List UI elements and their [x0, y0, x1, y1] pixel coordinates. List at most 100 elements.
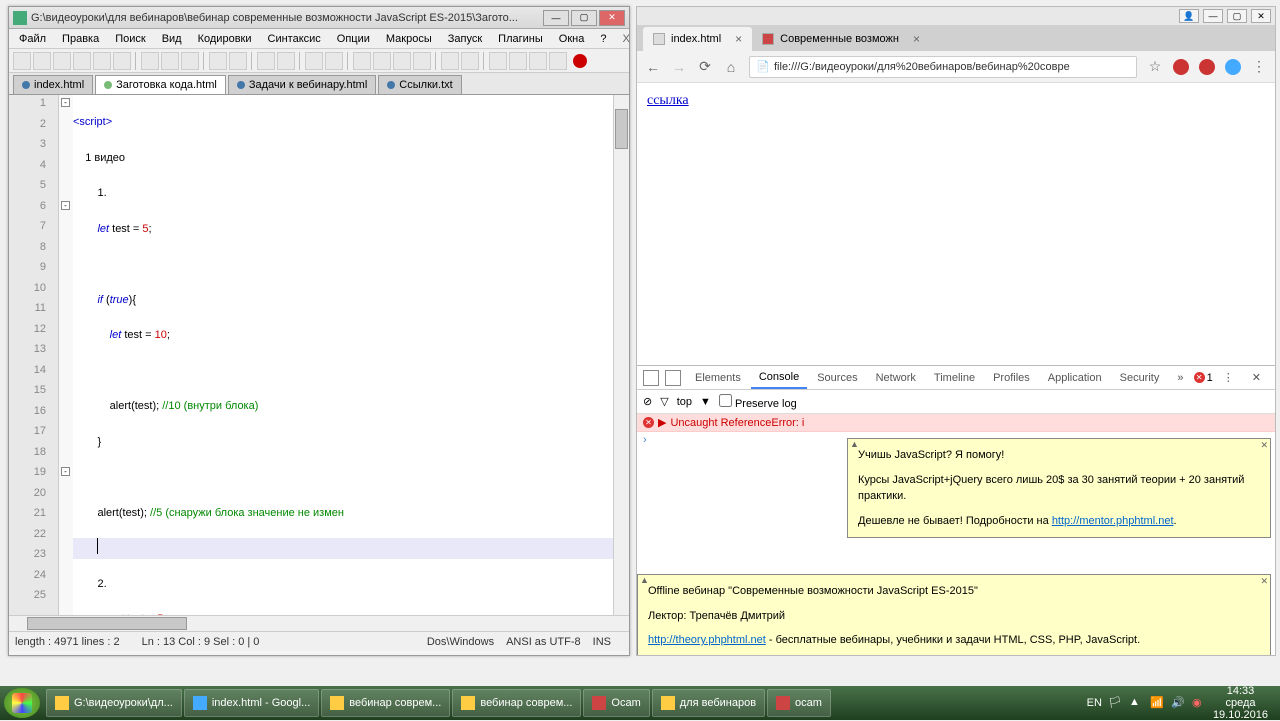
toolbar-close-icon[interactable]	[93, 52, 111, 70]
tray-flag-icon[interactable]: 🏳	[1108, 696, 1123, 711]
tray-network-icon[interactable]: 📶	[1150, 696, 1165, 711]
user-icon[interactable]: 👤	[1179, 9, 1199, 23]
inspect-icon[interactable]	[643, 370, 659, 386]
reload-icon[interactable]: ⟳	[697, 59, 713, 75]
extension-icon[interactable]	[1199, 59, 1215, 75]
toolbar-replace-icon[interactable]	[277, 52, 295, 70]
toolbar-btn[interactable]	[393, 52, 411, 70]
maximize-button[interactable]: ▢	[571, 10, 597, 26]
code-area[interactable]: <script> 1 видео 1. let test = 5; if (tr…	[73, 95, 629, 615]
taskbar-item[interactable]: вебинар соврем...	[452, 689, 581, 717]
extension-icon[interactable]	[1225, 59, 1241, 75]
forward-icon[interactable]: →	[671, 59, 687, 75]
minimize-button[interactable]: —	[1203, 9, 1223, 23]
extension-icon[interactable]	[1173, 59, 1189, 75]
device-icon[interactable]	[665, 370, 681, 386]
devtools-tab-sources[interactable]: Sources	[809, 368, 865, 388]
toolbar-saveall-icon[interactable]	[73, 52, 91, 70]
star-icon[interactable]: ☆	[1147, 59, 1163, 75]
devtools-tab-console[interactable]: Console	[751, 367, 807, 389]
toolbar-open-icon[interactable]	[33, 52, 51, 70]
file-tab[interactable]: Заготовка кода.html	[95, 75, 226, 94]
file-tab[interactable]: Задачи к вебинару.html	[228, 75, 376, 94]
menu-macros[interactable]: Макросы	[380, 31, 438, 47]
browser-tab[interactable]: Современные возможн×	[752, 27, 930, 51]
close-button[interactable]: ✕	[599, 10, 625, 26]
devtools-tab-profiles[interactable]: Profiles	[985, 368, 1038, 388]
back-icon[interactable]: ←	[645, 59, 661, 75]
taskbar-item[interactable]: вебинар соврем...	[321, 689, 450, 717]
browser-tab[interactable]: index.html×	[643, 27, 752, 51]
fold-icon[interactable]: -	[61, 201, 70, 210]
toolbar-btn[interactable]	[509, 52, 527, 70]
toolbar-btn[interactable]	[353, 52, 371, 70]
toolbar-btn[interactable]	[413, 52, 431, 70]
tooltip-link[interactable]: http://mentor.phphtml.net	[1052, 515, 1174, 527]
menu-view[interactable]: Вид	[156, 31, 188, 47]
home-icon[interactable]: ⌂	[723, 59, 739, 75]
taskbar-item[interactable]: ocam	[767, 689, 831, 717]
file-tab[interactable]: index.html	[13, 75, 93, 94]
toolbar-save-icon[interactable]	[53, 52, 71, 70]
toolbar-print-icon[interactable]	[113, 52, 131, 70]
close-button[interactable]: ✕	[1251, 9, 1271, 23]
console-error-row[interactable]: ✕ ▶ Uncaught ReferenceError: i	[637, 414, 1275, 432]
taskbar-clock[interactable]: 14:33 среда 19.10.2016	[1213, 685, 1268, 721]
collapse-icon[interactable]: ▲	[850, 438, 859, 452]
devtools-tab-security[interactable]: Security	[1112, 368, 1168, 388]
taskbar-item[interactable]: Ocam	[583, 689, 649, 717]
url-input[interactable]: 📄 file:///G:/видеоуроки/для%20вебинаров/…	[749, 56, 1137, 78]
file-tab[interactable]: Ссылки.txt	[378, 75, 461, 94]
toolbar-undo-icon[interactable]	[209, 52, 227, 70]
horizontal-scrollbar[interactable]	[9, 615, 629, 631]
menu-syntax[interactable]: Синтаксис	[262, 31, 327, 47]
menu-file[interactable]: Файл	[13, 31, 52, 47]
toolbar-cut-icon[interactable]	[141, 52, 159, 70]
filter-icon[interactable]: ▽	[660, 395, 668, 408]
preserve-log-checkbox[interactable]: Preserve log	[719, 394, 797, 410]
menu-encoding[interactable]: Кодировки	[192, 31, 258, 47]
error-counter[interactable]: ✕1	[1194, 372, 1213, 384]
tray-icon[interactable]: ◉	[1192, 696, 1207, 711]
scroll-thumb[interactable]	[27, 617, 187, 630]
page-link[interactable]: ссылка	[647, 93, 689, 108]
toolbar-btn[interactable]	[441, 52, 459, 70]
toolbar-zoom-in-icon[interactable]	[305, 52, 323, 70]
dropdown-icon[interactable]: ▼	[700, 396, 711, 408]
tab-close-icon[interactable]: ×	[735, 32, 742, 46]
devtools-tab-network[interactable]: Network	[868, 368, 924, 388]
tooltip-close-icon[interactable]: ✕	[1260, 575, 1268, 589]
tooltip-link[interactable]: http://theory.phphtml.net	[648, 634, 766, 646]
context-dropdown[interactable]: top	[677, 396, 692, 408]
fold-icon[interactable]: -	[61, 98, 70, 107]
toolbar-btn[interactable]	[529, 52, 547, 70]
toolbar-record-icon[interactable]	[573, 54, 587, 68]
toolbar-find-icon[interactable]	[257, 52, 275, 70]
menu-edit[interactable]: Правка	[56, 31, 105, 47]
menu-options[interactable]: Опции	[331, 31, 376, 47]
taskbar-item[interactable]: index.html - Googl...	[184, 689, 319, 717]
devtools-tab-application[interactable]: Application	[1040, 368, 1110, 388]
toolbar-btn[interactable]	[489, 52, 507, 70]
devtools-close-icon[interactable]: ✕	[1244, 367, 1269, 388]
taskbar-item[interactable]: для вебинаров	[652, 689, 765, 717]
toolbar-paste-icon[interactable]	[181, 52, 199, 70]
expand-icon[interactable]: ▶	[658, 416, 666, 429]
devtools-tab-more[interactable]: »	[1169, 368, 1191, 388]
tray-volume-icon[interactable]: 🔊	[1171, 696, 1186, 711]
start-button[interactable]	[4, 688, 40, 718]
toolbar-btn[interactable]	[373, 52, 391, 70]
menu-run[interactable]: Запуск	[442, 31, 488, 47]
tray-icon[interactable]: ▲	[1129, 696, 1144, 711]
toolbar-btn[interactable]	[461, 52, 479, 70]
tooltip-close-icon[interactable]: ✕	[1260, 439, 1268, 453]
toolbar-new-icon[interactable]	[13, 52, 31, 70]
console-body[interactable]: ✕ ▶ Uncaught ReferenceError: i › ▲ ✕ Учи…	[637, 414, 1275, 655]
menu-help[interactable]: ?	[594, 31, 612, 47]
npp-titlebar[interactable]: G:\видеоуроки\для вебинаров\вебинар совр…	[9, 7, 629, 29]
maximize-button[interactable]: ▢	[1227, 9, 1247, 23]
menu-icon[interactable]: ⋮	[1251, 59, 1267, 75]
toolbar-redo-icon[interactable]	[229, 52, 247, 70]
language-indicator[interactable]: EN	[1087, 697, 1102, 709]
menu-search[interactable]: Поиск	[109, 31, 151, 47]
